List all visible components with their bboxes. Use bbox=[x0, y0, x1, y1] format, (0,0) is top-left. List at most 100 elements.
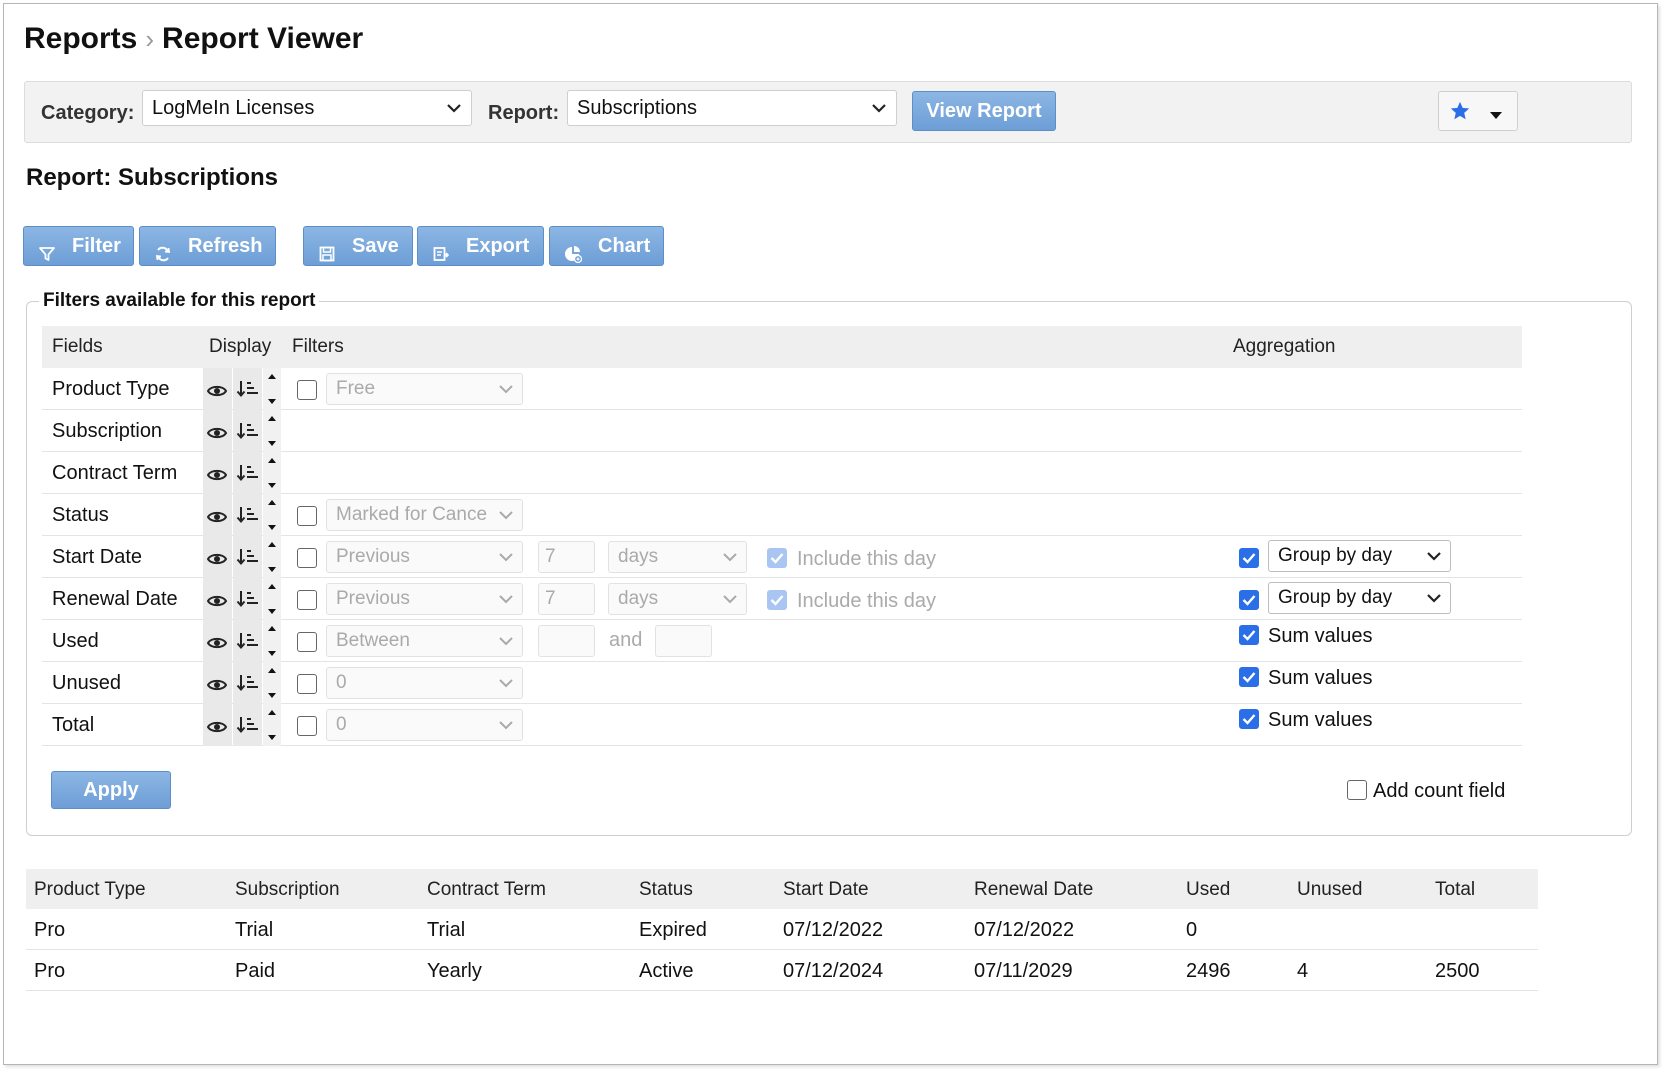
move-row-arrows[interactable] bbox=[263, 704, 281, 746]
visibility-toggle[interactable] bbox=[203, 704, 232, 746]
aggregation-select[interactable]: Group by day bbox=[1268, 582, 1451, 614]
table-cell: Expired bbox=[639, 919, 707, 941]
table-cell: Yearly bbox=[427, 960, 482, 982]
filter-operator-select[interactable]: Marked for Cance bbox=[326, 499, 523, 531]
apply-button[interactable]: Apply bbox=[51, 771, 171, 809]
category-select-value: LogMeIn Licenses bbox=[152, 97, 315, 119]
visibility-toggle[interactable] bbox=[203, 494, 232, 536]
move-row-arrows[interactable] bbox=[263, 662, 281, 704]
display-controls bbox=[203, 452, 281, 494]
filter-enable-checkbox[interactable] bbox=[297, 380, 317, 400]
filter-operator-select[interactable]: 0 bbox=[326, 709, 523, 741]
filter-enable-checkbox[interactable] bbox=[297, 674, 317, 694]
refresh-button[interactable]: Refresh bbox=[139, 226, 276, 266]
aggregation-checkbox[interactable] bbox=[1239, 548, 1259, 568]
display-controls bbox=[203, 536, 281, 578]
report-select[interactable]: Subscriptions bbox=[567, 90, 897, 126]
aggregation-checkbox[interactable] bbox=[1239, 625, 1259, 645]
filter-operator-select[interactable]: Between bbox=[326, 625, 523, 657]
chevron-down-icon bbox=[498, 584, 514, 614]
view-report-button[interactable]: View Report bbox=[912, 91, 1056, 131]
filter-button[interactable]: Filter bbox=[23, 226, 134, 266]
aggregation-checkbox[interactable] bbox=[1239, 590, 1259, 610]
move-row-arrows[interactable] bbox=[263, 410, 281, 452]
move-row-arrows[interactable] bbox=[263, 494, 281, 536]
sort-toggle[interactable] bbox=[233, 452, 262, 494]
visibility-toggle[interactable] bbox=[203, 662, 232, 704]
filter-enable-checkbox[interactable] bbox=[297, 590, 317, 610]
filter-field-name: Start Date bbox=[52, 546, 143, 568]
up-down-arrows-icon bbox=[267, 666, 277, 706]
favorites-dropdown-button[interactable] bbox=[1438, 91, 1518, 131]
sort-toggle[interactable] bbox=[233, 662, 262, 704]
save-button[interactable]: Save bbox=[303, 226, 413, 266]
filter-amount-input[interactable]: 7 bbox=[538, 541, 595, 573]
visibility-toggle[interactable] bbox=[203, 452, 232, 494]
move-row-arrows[interactable] bbox=[263, 620, 281, 662]
filters-column-header: Filters bbox=[292, 336, 344, 357]
filter-field-name: Subscription bbox=[52, 420, 163, 442]
filter-field-name: Used bbox=[52, 630, 99, 652]
visibility-toggle[interactable] bbox=[203, 620, 232, 662]
category-select[interactable]: LogMeIn Licenses bbox=[142, 90, 472, 126]
include-day-checkbox[interactable] bbox=[767, 590, 787, 610]
move-row-arrows[interactable] bbox=[263, 368, 281, 410]
filter-operator-select[interactable]: 0 bbox=[326, 667, 523, 699]
filter-operator-value: 0 bbox=[336, 714, 347, 735]
filter-row: Subscription bbox=[42, 410, 1522, 452]
breadcrumb: Reports › Report Viewer bbox=[24, 22, 363, 56]
breadcrumb-reports-link[interactable]: Reports bbox=[24, 22, 137, 55]
breadcrumb-separator: › bbox=[145, 24, 155, 54]
eye-icon bbox=[206, 549, 228, 572]
filter-unit-value: days bbox=[618, 546, 659, 567]
eye-icon bbox=[206, 633, 228, 656]
move-row-arrows[interactable] bbox=[263, 452, 281, 494]
add-count-field-option[interactable]: Add count field bbox=[1347, 780, 1505, 803]
filter-enable-checkbox[interactable] bbox=[297, 548, 317, 568]
sort-toggle[interactable] bbox=[233, 536, 262, 578]
filter-field-name: Total bbox=[52, 714, 95, 736]
sort-toggle[interactable] bbox=[233, 578, 262, 620]
filters-table-header: Fields Display Filters Aggregation bbox=[42, 326, 1522, 368]
move-row-arrows[interactable] bbox=[263, 578, 281, 620]
add-count-field-checkbox[interactable] bbox=[1347, 780, 1367, 800]
filter-enable-checkbox[interactable] bbox=[297, 716, 317, 736]
filter-operator-select[interactable]: Previous bbox=[326, 583, 523, 615]
filter-enable-checkbox[interactable] bbox=[297, 506, 317, 526]
table-cell: 0 bbox=[1186, 919, 1198, 941]
aggregation-select-value: Group by day bbox=[1278, 545, 1393, 566]
visibility-toggle[interactable] bbox=[203, 410, 232, 452]
filter-unit-select[interactable]: days bbox=[608, 583, 747, 615]
visibility-toggle[interactable] bbox=[203, 536, 232, 578]
chart-button-label: Chart bbox=[598, 235, 651, 257]
sort-toggle[interactable] bbox=[233, 368, 262, 410]
filter-row: Product Type Free bbox=[42, 368, 1522, 410]
range-to-input[interactable] bbox=[655, 625, 712, 657]
sort-toggle[interactable] bbox=[233, 620, 262, 662]
visibility-toggle[interactable] bbox=[203, 578, 232, 620]
chart-button[interactable]: Chart bbox=[549, 226, 664, 266]
sort-toggle[interactable] bbox=[233, 410, 262, 452]
filter-unit-select[interactable]: days bbox=[608, 541, 747, 573]
export-icon bbox=[432, 238, 450, 261]
sort-icon bbox=[236, 631, 260, 657]
sort-toggle[interactable] bbox=[233, 704, 262, 746]
move-row-arrows[interactable] bbox=[263, 536, 281, 578]
visibility-toggle[interactable] bbox=[203, 368, 232, 410]
filter-operator-select[interactable]: Free bbox=[326, 373, 523, 405]
aggregation-checkbox[interactable] bbox=[1239, 667, 1259, 687]
include-day-checkbox[interactable] bbox=[767, 548, 787, 568]
export-button[interactable]: Export bbox=[417, 226, 544, 266]
table-row: Pro Paid Yearly Active 07/12/2024 07/11/2029 2… bbox=[26, 950, 1538, 991]
table-cell: Trial bbox=[427, 919, 466, 941]
sort-toggle[interactable] bbox=[233, 494, 262, 536]
aggregation-checkbox[interactable] bbox=[1239, 709, 1259, 729]
filter-amount-input[interactable]: 7 bbox=[538, 583, 595, 615]
filter-enable-checkbox[interactable] bbox=[297, 632, 317, 652]
filter-field-name: Unused bbox=[52, 672, 121, 694]
filter-operator-select[interactable]: Previous bbox=[326, 541, 523, 573]
aggregation-select[interactable]: Group by day bbox=[1268, 540, 1451, 572]
table-cell: Trial bbox=[235, 919, 274, 941]
table-cell: 4 bbox=[1297, 960, 1309, 982]
range-from-input[interactable] bbox=[538, 625, 595, 657]
